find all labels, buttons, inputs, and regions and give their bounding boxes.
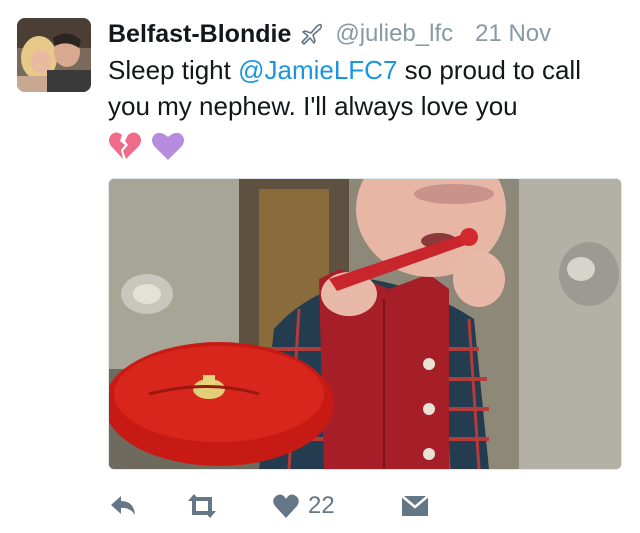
reply-button[interactable] (108, 493, 186, 519)
envelope-icon (400, 494, 430, 518)
user-handle[interactable]: @julieb_lfc (335, 20, 453, 48)
direct-message-button[interactable] (400, 494, 430, 518)
tweet-header: Belfast-Blondie @julieb_lfc 21 Nov (108, 16, 628, 52)
like-count: 22 (308, 492, 335, 519)
timestamp[interactable]: 21 Nov (475, 20, 551, 48)
tweet-text-start: Sleep tight (108, 55, 239, 85)
tweet-photo[interactable] (108, 178, 622, 470)
photo-image (109, 179, 621, 469)
tweet-actions: 22 (108, 488, 430, 524)
tweet-text: Sleep tight @JamieLFC7 so proud to call … (108, 52, 628, 162)
avatar-image (17, 18, 91, 92)
retweet-icon (186, 493, 218, 519)
airplane-icon (299, 21, 325, 47)
broken-heart-icon (108, 131, 142, 161)
purple-heart-icon (151, 131, 185, 161)
like-button[interactable]: 22 (272, 492, 400, 520)
retweet-button[interactable] (186, 493, 272, 519)
avatar[interactable] (17, 18, 91, 92)
mention-link[interactable]: @JamieLFC7 (238, 55, 397, 85)
heart-icon (272, 493, 300, 519)
emoji-line (108, 126, 628, 162)
display-name[interactable]: Belfast-Blondie (108, 20, 291, 49)
reply-arrow-icon (108, 493, 138, 519)
